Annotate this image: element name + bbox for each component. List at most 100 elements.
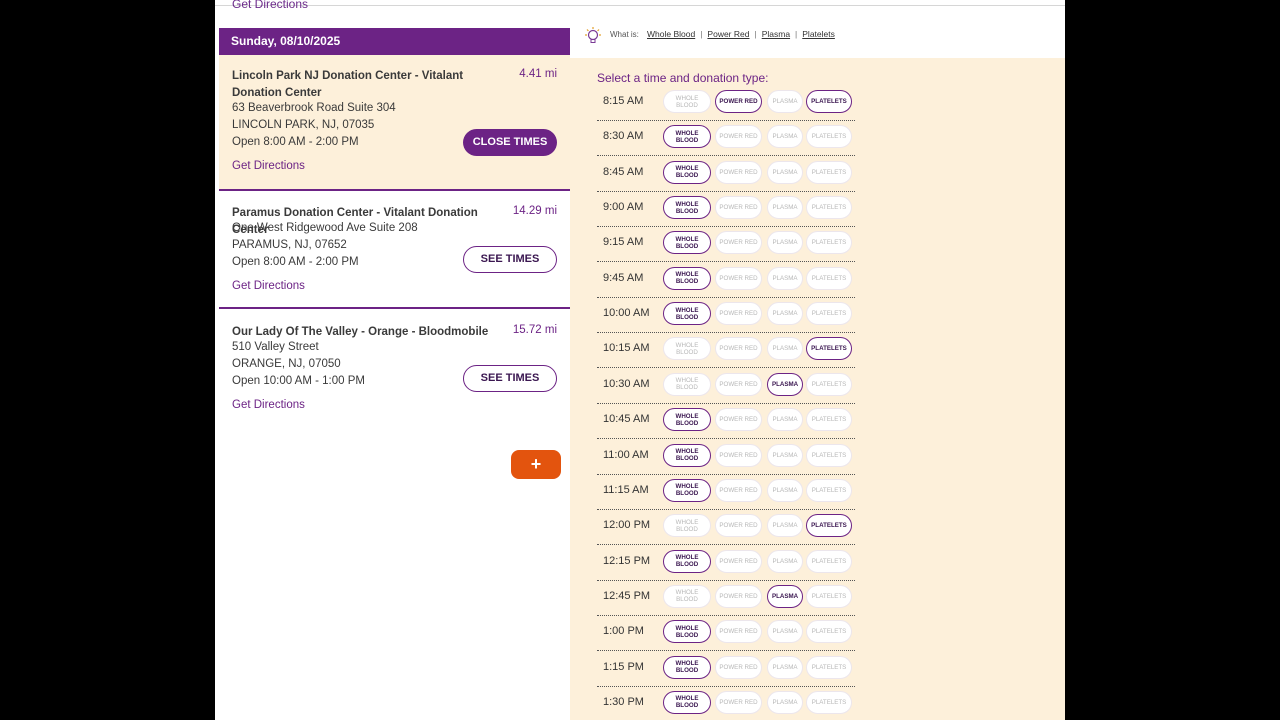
whole-blood-pill[interactable]: WHOLE BLOOD (663, 266, 711, 290)
platelets-pill: PLATELETS (806, 196, 852, 220)
time-slot-row: 10:45 AM WHOLE BLOOD POWER RED PLASMA PLATEL… (597, 403, 855, 440)
plasma-pill: PLASMA (767, 408, 803, 432)
location-card-lincoln-park: Lincoln Park NJ Donation Center - Vitala… (219, 55, 570, 191)
location-hours: Open 8:00 AM - 2:00 PM (232, 136, 359, 148)
time-slot-row: 9:45 AM WHOLE BLOOD POWER RED PLASMA PLATELE… (597, 262, 855, 298)
what-is-power-red-link[interactable]: Power Red (707, 29, 749, 39)
time-slot-row: 1:00 PM WHOLE BLOOD POWER RED PLASMA PLATELE… (597, 615, 855, 652)
whole-blood-pill[interactable]: WHOLE BLOOD (663, 125, 711, 149)
power-red-pill[interactable]: POWER RED (715, 90, 762, 113)
whole-blood-pill[interactable]: WHOLE BLOOD (663, 160, 711, 184)
location-hours: Open 10:00 AM - 1:00 PM (232, 375, 365, 387)
plasma-pill: PLASMA (767, 302, 803, 326)
platelets-pill: PLATELETS (806, 125, 852, 149)
time-slot-row: 1:15 PM WHOLE BLOOD POWER RED PLASMA PLATELE… (597, 651, 855, 687)
power-red-pill: POWER RED (715, 408, 762, 432)
platelets-pill[interactable]: PLATELETS (806, 90, 852, 113)
location-address-line2: PARAMUS, NJ, 07652 (232, 239, 347, 251)
power-red-pill: POWER RED (715, 690, 762, 714)
what-is-plasma-link[interactable]: Plasma (762, 29, 790, 39)
power-red-pill: POWER RED (715, 196, 762, 220)
platelets-pill[interactable]: PLATELETS (806, 514, 852, 538)
get-directions-link[interactable]: Get Directions (232, 280, 305, 292)
plasma-pill: PLASMA (767, 620, 803, 644)
slot-time: 12:00 PM (603, 519, 651, 532)
platelets-pill: PLATELETS (806, 231, 852, 255)
add-more-button[interactable]: + (511, 450, 561, 479)
platelets-pill: PLATELETS (806, 478, 852, 502)
whole-blood-pill[interactable]: WHOLE BLOOD (663, 302, 711, 326)
time-slot-row: 12:15 PM WHOLE BLOOD POWER RED PLASMA PLATEL… (597, 545, 855, 581)
slot-time: 8:15 AM (603, 95, 644, 107)
slot-time: 12:45 PM (603, 589, 651, 602)
slot-time: 11:00 AM (603, 448, 649, 461)
plasma-pill[interactable]: PLASMA (767, 584, 803, 608)
time-slot-row: 8:15 AM WHOLE BLOOD POWER RED PLASMA PLATELE… (597, 85, 855, 121)
see-times-button[interactable]: SEE TIMES (463, 246, 557, 273)
whole-blood-pill[interactable]: WHOLE BLOOD (663, 549, 711, 573)
plus-icon: + (530, 454, 542, 474)
link-separator: | (754, 29, 757, 39)
plasma-pill: PLASMA (767, 196, 803, 220)
power-red-pill: POWER RED (715, 372, 762, 396)
location-distance: 14.29 mi (512, 205, 557, 217)
whole-blood-pill[interactable]: WHOLE BLOOD (663, 231, 711, 255)
slot-time: 10:30 AM (603, 377, 650, 390)
whole-blood-pill[interactable]: WHOLE BLOOD (663, 620, 711, 644)
location-address-line2: ORANGE, NJ, 07050 (232, 358, 341, 370)
slot-time: 1:30 PM (603, 695, 644, 708)
whole-blood-pill[interactable]: WHOLE BLOOD (663, 690, 711, 714)
platelets-pill: PLATELETS (806, 584, 852, 608)
close-times-button[interactable]: CLOSE TIMES (463, 129, 557, 156)
platelets-pill: PLATELETS (806, 620, 852, 644)
whole-blood-pill[interactable]: WHOLE BLOOD (663, 196, 711, 220)
platelets-pill: PLATELETS (806, 302, 852, 326)
time-slot-row: 9:00 AM WHOLE BLOOD POWER RED PLASMA PLATELE… (597, 191, 855, 228)
slot-time: 9:15 AM (603, 236, 644, 249)
see-times-button[interactable]: SEE TIMES (463, 365, 557, 392)
slot-time: 9:00 AM (603, 201, 644, 214)
plasma-pill[interactable]: PLASMA (767, 372, 803, 396)
plasma-pill: PLASMA (767, 690, 803, 714)
power-red-pill: POWER RED (715, 620, 762, 644)
time-slot-row: 8:45 AM WHOLE BLOOD POWER RED PLASMA PLATELE… (597, 156, 855, 192)
whole-blood-pill[interactable]: WHOLE BLOOD (663, 478, 711, 502)
platelets-pill: PLATELETS (806, 690, 852, 714)
location-distance: 15.72 mi (512, 324, 557, 336)
slot-time: 12:15 PM (603, 554, 651, 567)
slot-time: 1:15 PM (603, 660, 644, 673)
power-red-pill: POWER RED (715, 549, 762, 573)
whole-blood-pill[interactable]: WHOLE BLOOD (663, 408, 711, 432)
time-slot-row: 1:30 PM WHOLE BLOOD POWER RED PLASMA PLATELE… (597, 686, 855, 720)
platelets-pill[interactable]: PLATELETS (806, 337, 852, 361)
page: Get Directions Sunday, 08/10/2025 Lincol… (215, 0, 1065, 720)
plasma-pill: PLASMA (767, 514, 803, 538)
time-slot-row: 8:30 AM WHOLE BLOOD POWER RED PLASMA PLATELE… (597, 120, 855, 157)
whole-blood-pill[interactable]: WHOLE BLOOD (663, 443, 711, 467)
slot-time: 8:30 AM (603, 130, 644, 143)
power-red-pill: POWER RED (715, 266, 762, 290)
location-address-line1: 63 Beaverbrook Road Suite 304 (232, 102, 396, 114)
whole-blood-pill: WHOLE BLOOD (663, 337, 711, 361)
top-get-directions-link[interactable]: Get Directions (232, 0, 308, 11)
date-header: Sunday, 08/10/2025 (219, 28, 570, 55)
get-directions-link[interactable]: Get Directions (232, 399, 305, 411)
location-distance: 4.41 mi (519, 68, 557, 80)
link-separator: | (795, 29, 798, 39)
time-slot-row: 10:15 AM WHOLE BLOOD POWER RED PLASMA PLATEL… (597, 332, 855, 369)
power-red-pill: POWER RED (715, 337, 762, 361)
location-address-line1: One West Ridgewood Ave Suite 208 (232, 222, 418, 234)
power-red-pill: POWER RED (715, 125, 762, 149)
get-directions-link[interactable]: Get Directions (232, 160, 305, 172)
plasma-pill: PLASMA (767, 266, 803, 290)
slot-time: 1:00 PM (603, 625, 644, 638)
power-red-pill: POWER RED (715, 160, 762, 184)
location-address-line1: 510 Valley Street (232, 341, 319, 353)
platelets-pill: PLATELETS (806, 408, 852, 432)
location-list: Sunday, 08/10/2025 Lincoln Park NJ Donat… (219, 28, 570, 479)
what-is-whole-blood-link[interactable]: Whole Blood (647, 29, 695, 39)
plasma-pill: PLASMA (767, 125, 803, 149)
slot-time: 8:45 AM (603, 165, 644, 178)
whole-blood-pill[interactable]: WHOLE BLOOD (663, 655, 711, 679)
what-is-platelets-link[interactable]: Platelets (802, 29, 835, 39)
